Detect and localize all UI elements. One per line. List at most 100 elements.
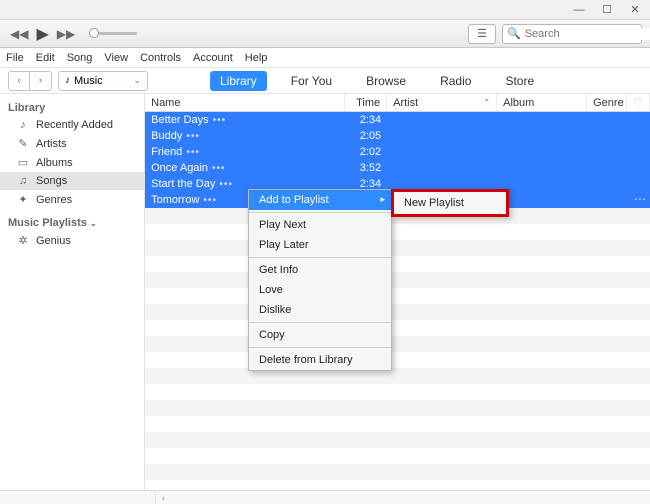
menu-add-to-playlist[interactable]: Add to Playlist▸ <box>249 190 391 210</box>
sidebar-playlists-header[interactable]: Music Playlists⌄ <box>0 209 144 231</box>
table-row[interactable]: Once Again ••• 3:52 <box>145 160 650 176</box>
sidebar-item-recently-added[interactable]: ♪ Recently Added <box>0 116 144 134</box>
menu-help[interactable]: Help <box>245 52 268 64</box>
sidebar-item-label: Genres <box>36 194 72 206</box>
nav-tabs: Library For You Browse Radio Store <box>210 71 544 91</box>
menu-get-info[interactable]: Get Info <box>249 260 391 280</box>
forward-button[interactable]: › <box>30 71 52 91</box>
search-field[interactable]: 🔍 <box>502 24 642 44</box>
tracks-area: Name Time Artist⌃ Album Genre ♡ Better D… <box>145 94 650 490</box>
sort-indicator-icon: ⌃ <box>483 98 490 107</box>
track-rows: Better Days •••2:34Buddy •••2:05Friend •… <box>145 112 650 490</box>
sidebar-item-label: Recently Added <box>36 119 113 131</box>
sidebar-item-artists[interactable]: ✎ Artists <box>0 134 144 153</box>
more-icon[interactable]: ••• <box>203 195 217 206</box>
sidebar-item-genius[interactable]: ✲ Genius <box>0 231 144 250</box>
sidebar-item-label: Artists <box>36 138 67 150</box>
menu-view[interactable]: View <box>104 52 128 64</box>
col-time[interactable]: Time <box>345 94 387 111</box>
sidebar-item-label: Albums <box>36 157 73 169</box>
songs-icon: ♫ <box>16 175 30 187</box>
tab-store[interactable]: Store <box>495 71 544 91</box>
col-loved[interactable]: ♡ <box>627 94 650 111</box>
maximize-button[interactable]: ☐ <box>596 2 618 18</box>
artists-icon: ✎ <box>16 137 30 150</box>
column-headers: Name Time Artist⌃ Album Genre ♡ <box>145 94 650 112</box>
play-icon[interactable]: ▶ <box>36 24 48 44</box>
add-playlist-submenu: New Playlist <box>391 189 509 217</box>
previous-icon[interactable]: ◀◀ <box>10 27 28 41</box>
albums-icon: ▭ <box>16 156 30 169</box>
more-icon[interactable]: ••• <box>212 163 226 174</box>
list-view-button[interactable]: ☰ <box>468 24 496 44</box>
genres-icon: ✦ <box>16 193 30 206</box>
tab-for-you[interactable]: For You <box>281 71 342 91</box>
tab-browse[interactable]: Browse <box>356 71 416 91</box>
search-icon: 🔍 <box>507 27 521 40</box>
music-note-icon: ♪ <box>65 75 70 86</box>
transport-controls: ◀◀ ▶ ▶▶ <box>0 24 147 44</box>
search-input[interactable] <box>525 28 650 40</box>
track-name: Once Again <box>151 162 208 174</box>
tab-library[interactable]: Library <box>210 71 267 91</box>
col-genre[interactable]: Genre <box>587 94 627 111</box>
menu-account[interactable]: Account <box>193 52 233 64</box>
more-icon[interactable]: ••• <box>186 147 200 158</box>
col-album[interactable]: Album <box>497 94 587 111</box>
sidebar-item-label: Genius <box>36 235 71 247</box>
chevron-updown-icon: ⌄ <box>133 75 141 86</box>
menu-dislike[interactable]: Dislike <box>249 300 391 320</box>
volume-slider[interactable] <box>89 32 137 35</box>
window-titlebar: — ☐ ✕ <box>0 0 650 20</box>
track-time: 2:34 <box>345 112 387 128</box>
sub-header: ‹ › ♪ Music ⌄ Library For You Browse Rad… <box>0 68 650 94</box>
back-button[interactable]: ‹ <box>8 71 30 91</box>
table-row[interactable]: Buddy •••2:05 <box>145 128 650 144</box>
menu-file[interactable]: File <box>6 52 24 64</box>
menu-play-later[interactable]: Play Later <box>249 235 391 255</box>
menu-play-next[interactable]: Play Next <box>249 215 391 235</box>
menu-delete-from-library[interactable]: Delete from Library <box>249 350 391 370</box>
table-row[interactable]: Better Days ••• 2:34 <box>145 112 650 128</box>
more-icon[interactable]: ••• <box>213 115 227 126</box>
genius-icon: ✲ <box>16 234 30 247</box>
close-button[interactable]: ✕ <box>624 2 646 18</box>
minimize-button[interactable]: — <box>568 2 590 18</box>
menu-edit[interactable]: Edit <box>36 52 55 64</box>
sidebar-item-albums[interactable]: ▭ Albums <box>0 153 144 172</box>
track-name: Friend <box>151 146 182 158</box>
track-name: Start the Day <box>151 178 215 190</box>
menu-controls[interactable]: Controls <box>140 52 181 64</box>
tab-radio[interactable]: Radio <box>430 71 481 91</box>
submenu-arrow-icon: ▸ <box>380 194 385 205</box>
context-menu: Add to Playlist▸ Play Next Play Later Ge… <box>248 189 392 371</box>
source-selector[interactable]: ♪ Music ⌄ <box>58 71 148 91</box>
menu-love[interactable]: Love <box>249 280 391 300</box>
next-icon[interactable]: ▶▶ <box>57 27 75 41</box>
menu-new-playlist[interactable]: New Playlist <box>394 192 506 214</box>
track-time: 2:02 <box>345 144 387 160</box>
table-row[interactable]: Friend ••• 2:02 <box>145 144 650 160</box>
player-toolbar: ◀◀ ▶ ▶▶ ☰ 🔍 <box>0 20 650 48</box>
track-time: 2:05 <box>345 128 387 144</box>
track-time: 3:52 <box>345 160 387 176</box>
chevron-down-icon: ⌄ <box>90 219 97 228</box>
col-name[interactable]: Name <box>145 94 345 111</box>
sidebar-library-header: Library <box>0 98 144 116</box>
sidebar-item-genres[interactable]: ✦ Genres <box>0 190 144 209</box>
menu-bar: File Edit Song View Controls Account Hel… <box>0 48 650 68</box>
row-more-icon[interactable]: ⋯ <box>634 192 646 206</box>
sidebar-item-songs[interactable]: ♫ Songs <box>0 172 144 190</box>
recently-added-icon: ♪ <box>16 119 30 131</box>
scroll-left-icon[interactable]: ‹ <box>156 493 171 503</box>
col-artist[interactable]: Artist⌃ <box>387 94 497 111</box>
track-name: Better Days <box>151 114 208 126</box>
track-name: Tomorrow <box>151 194 199 206</box>
menu-song[interactable]: Song <box>67 52 93 64</box>
more-icon[interactable]: ••• <box>186 131 200 142</box>
sidebar: Library ♪ Recently Added ✎ Artists ▭ Albums… <box>0 94 145 490</box>
menu-copy[interactable]: Copy <box>249 325 391 345</box>
source-label: Music <box>74 75 103 87</box>
more-icon[interactable]: ••• <box>219 179 233 190</box>
sidebar-item-label: Songs <box>36 175 67 187</box>
